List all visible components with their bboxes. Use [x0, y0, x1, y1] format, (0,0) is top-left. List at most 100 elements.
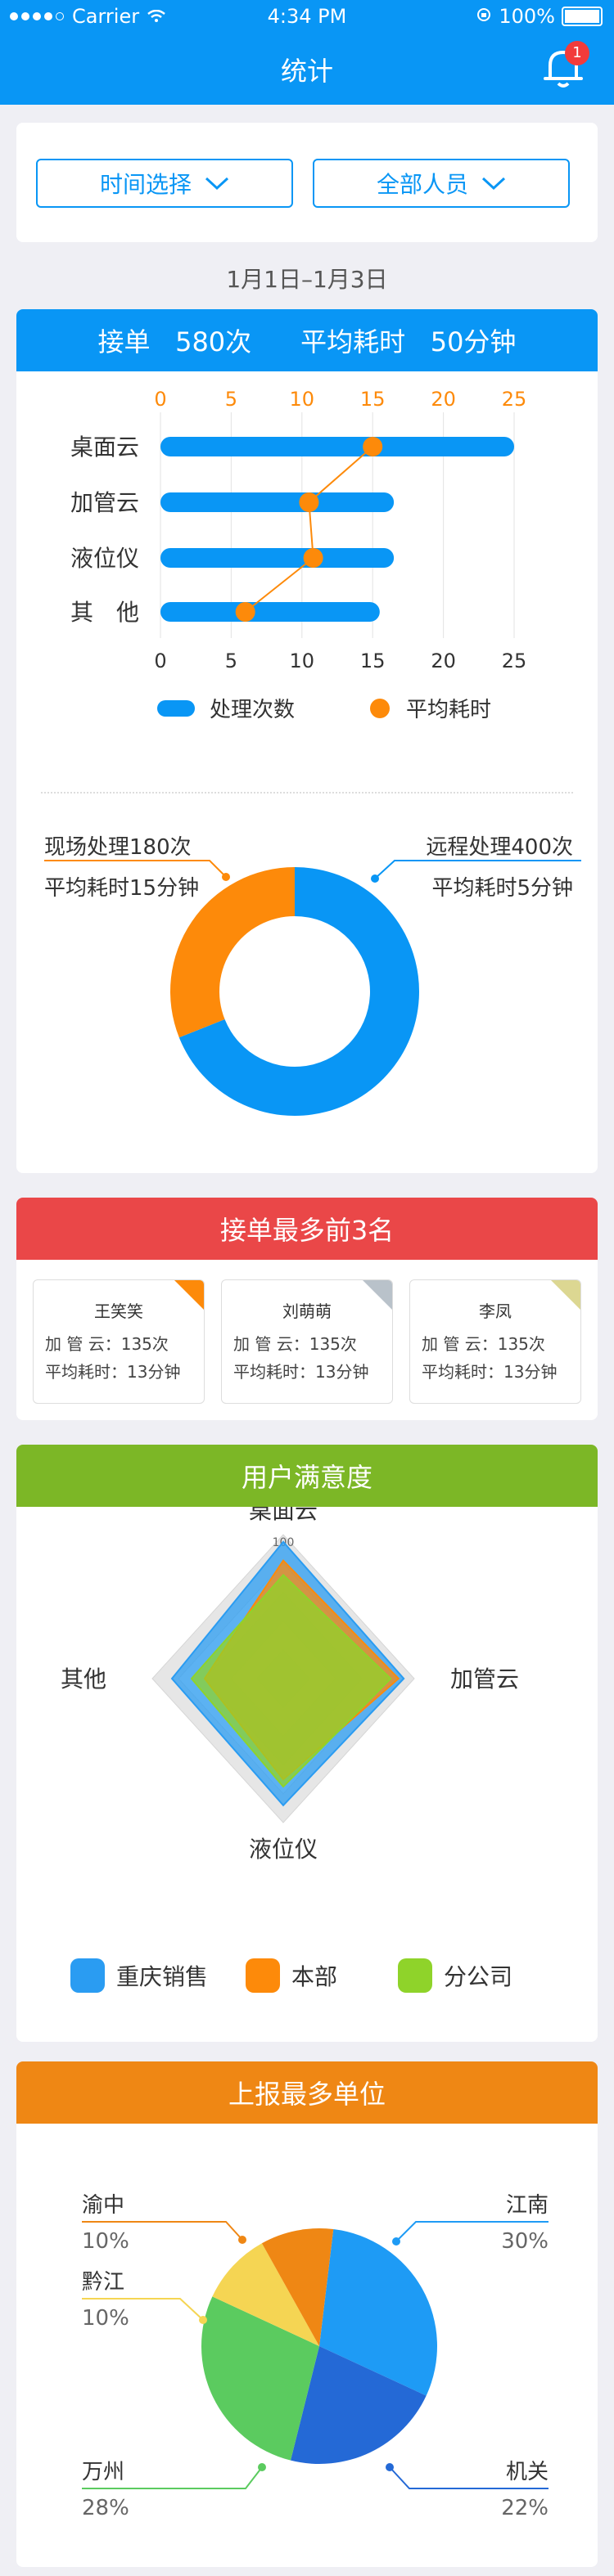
rank-name: 王笑笑	[94, 1301, 143, 1321]
bar-chart: 0 0 5 5 10 10 15 15 20 20 25 25 桌面云加管云液位仪其 他处理次数 平均耗时	[70, 388, 527, 722]
chevron-down-icon	[481, 177, 506, 191]
rank-line-2: 平均耗时：13分钟	[422, 1362, 558, 1382]
x-tick-bottom: 25	[502, 650, 527, 672]
radar-chart: 100桌面云加管云液位仪其他	[61, 1507, 519, 1863]
bar	[160, 602, 380, 622]
orders-label: 接单	[97, 326, 151, 357]
legend-label: 分公司	[444, 1963, 513, 1990]
avg-time-point	[363, 437, 383, 456]
filter-card: 时间选择 全部人员	[16, 123, 598, 242]
rank-line-1: 加 管 云：135次	[233, 1334, 357, 1354]
donut-chart: 远程处理400次平均耗时5分钟 现场处理180次平均耗时15分钟	[44, 835, 581, 1116]
x-tick-top: 5	[225, 388, 237, 411]
x-tick-bottom: 10	[290, 650, 315, 672]
avg-time-value: 50分钟	[430, 326, 517, 357]
status-bar: Carrier 4:34 PM 100%	[0, 0, 614, 33]
slice-label: 黔江	[82, 2270, 124, 2295]
legend-item: 分公司	[398, 1958, 512, 1993]
people-select-label: 全部人员	[376, 171, 468, 198]
date-range: 1月1日–1月3日	[226, 266, 388, 293]
battery-icon	[562, 7, 603, 26]
rank-card-3[interactable]: 李凤 加 管 云：135次 平均耗时：13分钟	[409, 1279, 581, 1404]
report-title: 上报最多单位	[16, 2061, 598, 2124]
x-tick-bottom: 15	[360, 650, 386, 672]
time-select-label: 时间选择	[99, 171, 192, 198]
slice-label: 远程处理400次	[426, 835, 573, 860]
avg-time-line	[245, 446, 373, 613]
rank-name: 刘萌萌	[282, 1301, 332, 1321]
rank-name: 李凤	[479, 1301, 512, 1321]
avg-time-point	[299, 492, 319, 512]
legend-swatch	[398, 1958, 432, 1993]
radar-axis-label: 桌面云	[249, 1507, 318, 1524]
chevron-down-icon	[205, 177, 229, 191]
divider	[41, 792, 573, 793]
rank-card-1[interactable]: 王笑笑 加 管 云：135次 平均耗时：13分钟	[33, 1279, 205, 1404]
category-label: 桌面云	[70, 434, 139, 461]
radar-axis-label: 加管云	[450, 1666, 519, 1693]
time-select-button[interactable]: 时间选择	[36, 159, 293, 208]
avg-time-point	[303, 548, 323, 568]
legend-swatch-bars	[157, 700, 195, 717]
report-card: 上报最多单位 江南 30% 机关 22% 万州 28% 黔江 10% 渝中 10%	[16, 2061, 598, 2567]
bar	[160, 437, 514, 456]
rank-line-1: 加 管 云：135次	[45, 1334, 169, 1354]
stats-summary: 接单 580次 平均耗时 50分钟	[16, 309, 598, 371]
stats-card: 接单 580次 平均耗时 50分钟 0 0 5 5 10 10 15 15 20 20 25 25 桌面…	[16, 309, 598, 1173]
x-tick-top: 15	[360, 388, 386, 411]
avg-time-point	[235, 602, 255, 622]
legend-item: 本部	[246, 1958, 337, 1993]
x-tick-top: 10	[290, 388, 315, 411]
orders-value: 580次	[175, 326, 252, 357]
rank-line-1: 加 管 云：135次	[422, 1334, 545, 1354]
slice-label: 江南	[506, 2193, 549, 2218]
radar-axis-label: 液位仪	[249, 1836, 318, 1863]
legend-swatch	[70, 1958, 105, 1993]
slice-label: 万州	[82, 2460, 124, 2484]
satisfaction-title: 用户满意度	[16, 1445, 598, 1507]
legend-label: 本部	[291, 1963, 338, 1990]
slice-sublabel: 平均耗时5分钟	[431, 876, 573, 901]
notification-badge: 1	[565, 41, 589, 65]
avg-time-label: 平均耗时	[300, 326, 406, 357]
category-label: 其 他	[70, 599, 139, 626]
bar	[160, 548, 395, 568]
bar	[160, 492, 395, 512]
x-tick-bottom: 0	[154, 650, 166, 672]
slice-label: 渝中	[82, 2193, 124, 2218]
rank-card-2[interactable]: 刘萌萌 加 管 云：135次 平均耗时：13分钟	[221, 1279, 393, 1404]
category-label: 液位仪	[70, 545, 139, 572]
slice-label: 机关	[506, 2460, 549, 2484]
rank-line-2: 平均耗时：13分钟	[45, 1362, 181, 1382]
legend-swatch-line	[370, 699, 390, 718]
slice-sublabel: 平均耗时15分钟	[44, 876, 199, 901]
legend-label-line: 平均耗时	[406, 698, 491, 722]
x-tick-bottom: 5	[225, 650, 237, 672]
slice-value: 28%	[82, 2496, 129, 2520]
slice-value: 10%	[82, 2306, 129, 2331]
slice-label: 现场处理180次	[44, 835, 192, 860]
slice-value: 22%	[501, 2496, 549, 2520]
battery-label: 100%	[499, 5, 555, 28]
legend-label-bars: 处理次数	[210, 698, 295, 722]
slice-value: 30%	[501, 2229, 549, 2254]
legend-swatch	[246, 1958, 280, 1993]
leader-line	[44, 860, 227, 878]
legend-label: 重庆销售	[116, 1963, 209, 1990]
report-pie-chart: 江南 30% 机关 22% 万州 28% 黔江 10% 渝中 10%	[82, 2193, 549, 2520]
x-tick-top: 25	[502, 388, 527, 411]
category-label: 加管云	[70, 489, 139, 516]
top3-card: 接单最多前3名 王笑笑 加 管 云：135次 平均耗时：13分钟 刘萌萌 加 管…	[16, 1198, 598, 1420]
x-tick-top: 20	[431, 388, 456, 411]
satisfaction-card: 用户满意度 100桌面云加管云液位仪其他 重庆销售 本部 分公司	[16, 1445, 598, 2042]
people-select-button[interactable]: 全部人员	[313, 159, 570, 208]
x-tick-bottom: 20	[431, 650, 456, 672]
top3-title: 接单最多前3名	[16, 1198, 598, 1260]
legend-item: 重庆销售	[70, 1958, 208, 1993]
slice-value: 10%	[82, 2229, 129, 2254]
x-tick-top: 0	[154, 388, 166, 411]
rank-line-2: 平均耗时：13分钟	[233, 1362, 369, 1382]
page-title: 统计	[280, 56, 333, 87]
radar-axis-label: 其他	[61, 1666, 106, 1693]
orientation-lock-icon	[476, 5, 492, 28]
